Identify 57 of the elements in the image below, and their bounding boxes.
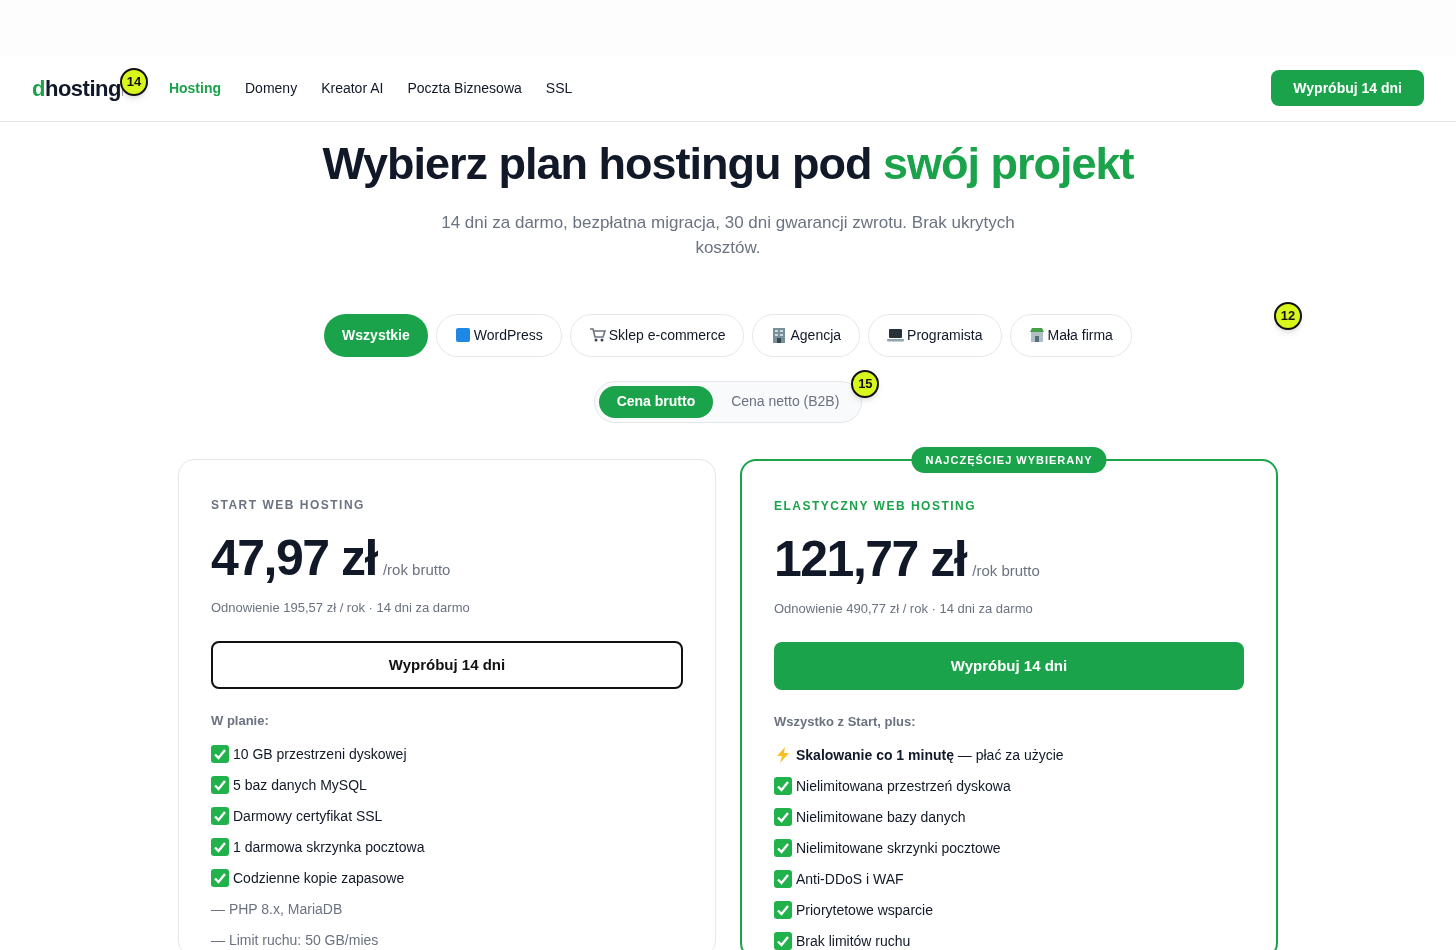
filter-chip[interactable]: Sklep e-commerce [569, 313, 745, 357]
logo[interactable]: dhosting [32, 71, 121, 105]
nav-link[interactable]: Kreator AI [321, 77, 384, 99]
feature-text: — Limit ruchu: 50 GB/mies [211, 930, 379, 950]
renewal-note: Odnowienie 490,77 zł / rok · 14 dni za darmo [774, 599, 1034, 618]
square-icon [454, 327, 471, 343]
feature-text: Nielimitowane skrzynki pocztowe [796, 838, 1001, 858]
feature-text: Skalowanie co 1 minutę — płać za użycie [796, 745, 1064, 765]
plan-price: 121,77 zł [774, 529, 967, 589]
popular-badge: NAJCZĘŚCIEJ WYBIERANY [911, 446, 1107, 473]
checkmark-icon [211, 745, 229, 763]
annotation-marker: 15 [851, 369, 880, 398]
checkmark-icon [774, 839, 792, 857]
feature-text: Nielimitowana przestrzeń dyskowa [796, 776, 1011, 796]
filter-chip[interactable]: Mała firma [1009, 313, 1132, 357]
filter-chip[interactable]: Agencja [752, 313, 861, 357]
store-icon [1028, 327, 1045, 343]
checkmark-icon [211, 869, 229, 887]
plan-price: 47,97 zł [211, 528, 377, 588]
feature-text: Nielimitowane bazy danych [796, 807, 966, 827]
price-period: /rok brutto [972, 561, 1040, 581]
checkmark-icon [774, 777, 792, 795]
feature-text: Anti-DDoS i WAF [796, 869, 904, 889]
nav-link[interactable]: Domeny [245, 77, 298, 99]
checkmark-icon [211, 838, 229, 856]
filter-chip[interactable]: WordPress [435, 313, 562, 357]
filter-chip[interactable]: Programista [868, 313, 1002, 357]
annotation-marker: 14 [120, 67, 148, 96]
lightning-icon [774, 746, 792, 764]
features-intro: Wszystko z Start, plus: [774, 713, 917, 731]
feature-text: Codzienne kopie zapasowe [233, 868, 405, 888]
checkmark-icon [211, 776, 229, 794]
features-intro: W planie: [211, 712, 270, 730]
checkmark-icon [774, 870, 792, 888]
nav-link[interactable]: SSL [545, 77, 573, 99]
annotation-marker: 12 [1274, 301, 1303, 330]
trial-button[interactable]: Wypróbuj 14 dni [211, 641, 683, 689]
price-period: /rok brutto [382, 560, 451, 580]
renewal-note: Odnowienie 195,57 zł / rok · 14 dni za darmo [211, 598, 471, 617]
nav-link[interactable]: Poczta Biznesowa [407, 77, 522, 99]
cart-icon [588, 327, 606, 343]
checkmark-icon [774, 901, 792, 919]
feature-text: — PHP 8.x, MariaDB [211, 899, 343, 919]
checkmark-icon [774, 808, 792, 826]
checkmark-icon [211, 807, 229, 825]
page-subtitle: 14 dni za darmo, bezpłatna migracja, 30 dni gwarancji zwrotu. Brak ukrytych kosztów. [440, 211, 1016, 259]
feature-text: Brak limitów ruchu [796, 931, 911, 950]
feature-text: Priorytetowe wsparcie [796, 900, 933, 920]
feature-text: 1 darmowa skrzynka pocztowa [233, 837, 425, 857]
building-icon [771, 327, 788, 343]
laptop-icon [887, 327, 905, 343]
feature-text: 5 baz danych MySQL [233, 775, 367, 795]
page-title: Wybierz plan hostingu pod swój projekt [322, 137, 1134, 191]
feature-text: 10 GB przestrzeni dyskowej [233, 744, 407, 764]
plan-name: ELASTYCZNY WEB HOSTING [774, 497, 978, 515]
feature-text: Darmowy certyfikat SSL [233, 806, 383, 826]
plan-name: START WEB HOSTING [211, 496, 366, 514]
